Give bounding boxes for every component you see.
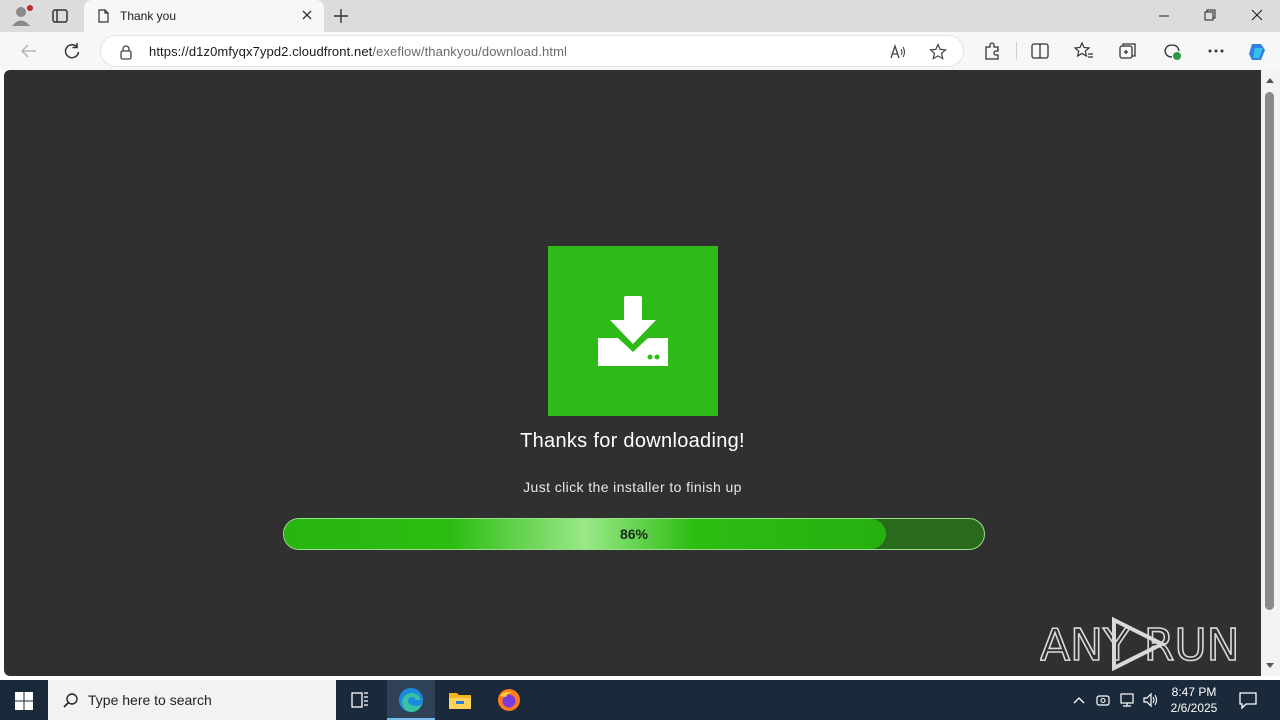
tab-actions-icon <box>52 9 68 23</box>
browser-essentials-icon[interactable] <box>1162 41 1182 61</box>
extensions-icon[interactable] <box>982 41 1002 61</box>
more-options-icon[interactable] <box>1206 41 1226 61</box>
watermark-text: ANY RUN <box>1040 620 1240 671</box>
profile-button[interactable] <box>10 5 34 27</box>
notification-center-icon[interactable] <box>1238 691 1258 709</box>
search-placeholder: Type here to search <box>88 692 212 708</box>
collections-icon[interactable] <box>1118 41 1138 61</box>
show-hidden-icons-chevron-icon[interactable] <box>1071 692 1087 708</box>
copilot-icon[interactable] <box>1246 41 1270 63</box>
close-window-icon[interactable] <box>1250 8 1264 22</box>
restore-icon[interactable] <box>1203 8 1217 22</box>
network-icon[interactable] <box>1118 692 1136 708</box>
new-tab-icon[interactable] <box>332 7 350 25</box>
download-badge <box>548 246 718 416</box>
file-explorer-icon <box>449 693 471 709</box>
split-screen-icon[interactable] <box>1030 41 1050 61</box>
volume-icon[interactable] <box>1142 692 1160 708</box>
url-host: https://d1z0mfyqx7ypd2.cloudfront.net <box>149 44 373 59</box>
page-icon <box>98 9 109 23</box>
browser-title-bar: Thank you <box>0 0 1280 32</box>
page-viewport: Thanks for downloading! Just click the i… <box>4 70 1261 676</box>
progress-percent: 86% <box>619 526 649 542</box>
clock-date: 2/6/2025 <box>1170 701 1218 715</box>
url-text[interactable]: https://d1z0mfyqx7ypd2.cloudfront.net/ex… <box>149 44 567 59</box>
download-icon <box>598 296 668 366</box>
tab-actions-button[interactable] <box>50 6 70 26</box>
navigation-bar: https://d1z0mfyqx7ypd2.cloudfront.net/ex… <box>0 32 1280 70</box>
address-bar[interactable]: https://d1z0mfyqx7ypd2.cloudfront.net/ex… <box>100 35 964 67</box>
scroll-up-arrow-icon[interactable] <box>1265 76 1275 84</box>
search-icon <box>63 693 78 708</box>
edge-taskbar-button[interactable] <box>387 680 435 720</box>
taskbar-search-box[interactable]: Type here to search <box>48 680 336 720</box>
favorites-icon[interactable] <box>1074 41 1094 61</box>
meet-now-icon[interactable] <box>1095 692 1111 708</box>
windows-taskbar: Type here to search 8:47 PM 2/6/2025 <box>0 680 1280 720</box>
task-view-icon <box>351 692 368 708</box>
toolbar-separator <box>1016 42 1017 60</box>
vertical-scrollbar[interactable] <box>1261 70 1280 676</box>
edge-icon <box>399 688 423 712</box>
tab-title: Thank you <box>120 9 177 23</box>
tab-close-icon[interactable] <box>300 8 314 22</box>
windows-start-icon[interactable] <box>14 691 34 711</box>
scroll-down-arrow-icon[interactable] <box>1265 662 1275 670</box>
refresh-icon[interactable] <box>62 41 82 61</box>
notification-dot <box>27 5 33 11</box>
scrollbar-thumb[interactable] <box>1265 92 1274 610</box>
clock-time: 8:47 PM <box>1171 685 1217 699</box>
anyrun-watermark: ANY RUN <box>1040 616 1240 672</box>
task-view-button[interactable] <box>336 680 384 720</box>
favorite-star-icon[interactable] <box>929 43 947 61</box>
url-path: /exeflow/thankyou/download.html <box>372 44 567 59</box>
tab-active[interactable]: Thank you <box>84 0 324 32</box>
firefox-taskbar-button[interactable] <box>485 680 533 720</box>
thanks-heading: Thanks for downloading! <box>520 430 745 452</box>
back-arrow-icon[interactable] <box>19 41 39 61</box>
firefox-icon <box>498 689 520 711</box>
lock-icon[interactable] <box>119 44 133 60</box>
instruction-text: Just click the installer to finish up <box>523 479 742 495</box>
file-explorer-taskbar-button[interactable] <box>436 680 484 720</box>
download-progress-bar: 86% <box>283 518 985 550</box>
minimize-icon[interactable] <box>1157 8 1171 22</box>
read-aloud-icon[interactable] <box>889 44 907 60</box>
system-clock[interactable]: 8:47 PM 2/6/2025 <box>1164 684 1224 716</box>
